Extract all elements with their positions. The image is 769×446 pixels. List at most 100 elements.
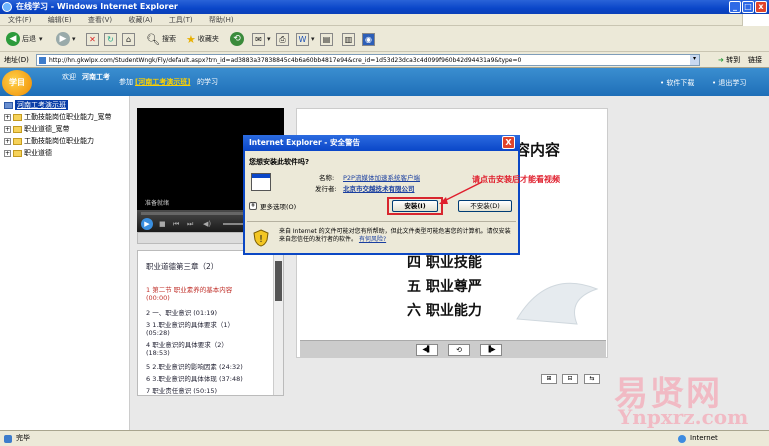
- slide-nav: ◀▌ ⟲ ▐▶: [300, 340, 606, 358]
- name-link[interactable]: P2P流媒体加速系统客户端: [343, 172, 420, 182]
- chapter-item-time[interactable]: (18:53): [146, 349, 170, 357]
- minimize-button[interactable]: _: [729, 1, 741, 13]
- maximize-button[interactable]: □: [742, 1, 754, 13]
- join-prefix: 参加: [119, 78, 133, 86]
- close-window-button[interactable]: x: [755, 1, 767, 13]
- stop-media-icon[interactable]: ■: [159, 220, 166, 228]
- warning-text: 来自 Internet 的文件可能对您有所帮助，但此文件类型可能危害您的计算机。…: [279, 228, 511, 243]
- chapter-item-active[interactable]: 1 第二节 职业素养的基本内容: [146, 284, 232, 294]
- chapter-item[interactable]: 5 2.职业意识的影响因素 (24:32): [146, 361, 243, 371]
- toolbar: ◀ 后退 ▾ ▶ ▾ ✕ ↻ ⌂ 🔍︎ 搜索 ★ 收藏夹 ⟲ ✉ ▾ ⎙ W ▾ ▤ ▥…: [0, 26, 769, 52]
- search-icon: 🔍︎: [146, 32, 160, 46]
- print-button[interactable]: ⎙: [276, 31, 291, 47]
- next-icon[interactable]: ⏭: [187, 220, 193, 229]
- previous-icon[interactable]: ⏮: [173, 220, 179, 229]
- ie-logo-icon: [2, 2, 12, 12]
- search-button[interactable]: 🔍︎ 搜索: [146, 31, 176, 47]
- slide-decoration: [516, 282, 599, 325]
- messenger-button[interactable]: ◉: [362, 31, 377, 47]
- chapter-item[interactable]: 2 一、职业意识 (01:19): [146, 307, 217, 317]
- forward-button[interactable]: ▶ ▾: [56, 31, 76, 47]
- history-button[interactable]: ⟲: [230, 31, 246, 47]
- install-button[interactable]: 安装(I): [392, 200, 438, 212]
- chapter-item[interactable]: 3 1.职业意识的具体要求（1）: [146, 319, 234, 329]
- address-dropdown-icon[interactable]: ▾: [690, 55, 699, 65]
- address-input[interactable]: http://hn.gkwlpx.com/StudentWngk/Fly/def…: [36, 54, 700, 66]
- window-title: 在线学习 - Windows Internet Explorer: [16, 2, 178, 11]
- expand-icon[interactable]: +: [4, 125, 11, 133]
- expand-icon[interactable]: +: [4, 149, 11, 157]
- chapter-item[interactable]: 4 职业意识的具体要求（2）: [146, 339, 228, 349]
- folder-icon: [13, 125, 22, 133]
- window-titlebar: 在线学习 - Windows Internet Explorer _ □ x: [0, 0, 769, 14]
- go-button[interactable]: ➜ 转到: [718, 52, 740, 68]
- play-icon[interactable]: ▶: [141, 218, 153, 230]
- chapter-item-time[interactable]: (00:00): [146, 294, 170, 302]
- home-button[interactable]: ⌂: [122, 31, 137, 47]
- slide-line-6: 六 职业能力: [407, 303, 482, 319]
- menu-help[interactable]: 帮助(H): [209, 16, 234, 24]
- go-arrow-icon: ➜: [718, 56, 724, 64]
- dialog-title: Internet Explorer - 安全警告: [249, 138, 360, 147]
- scroll-thumb[interactable]: [275, 261, 282, 301]
- slide-heading: 容内容: [515, 141, 561, 159]
- publisher-label: 发行者:: [315, 185, 337, 193]
- research-icon: ▥: [342, 32, 355, 46]
- folder-icon: [13, 113, 22, 121]
- refresh-icon: ↻: [104, 32, 117, 46]
- messenger-icon: ◉: [362, 32, 375, 46]
- stop-button[interactable]: ✕: [86, 31, 101, 47]
- dialog-close-icon[interactable]: X: [502, 136, 515, 149]
- tree-root[interactable]: 河南工考演示班: [4, 100, 68, 110]
- software-download-link[interactable]: • 软件下载: [660, 78, 694, 88]
- tree-item[interactable]: + 职业道德: [4, 148, 52, 158]
- folder-icon: [13, 137, 22, 145]
- course-link[interactable]: [河南工考演示班]: [135, 77, 190, 87]
- prev-slide-icon[interactable]: ◀▌: [416, 344, 438, 356]
- next-slide-icon[interactable]: ▐▶: [480, 344, 502, 356]
- chapter-scrollbar[interactable]: [273, 253, 283, 395]
- chapter-item[interactable]: 7 职业责任意识 (50:15): [146, 385, 217, 395]
- edit-button[interactable]: W ▾: [296, 31, 315, 47]
- slide-line-5: 五 职业尊严: [407, 279, 482, 295]
- menu-view[interactable]: 查看(V): [88, 16, 112, 24]
- dialog-titlebar: Internet Explorer - 安全警告 X: [243, 135, 520, 151]
- forward-arrow-icon: ▶: [56, 32, 70, 46]
- favorites-button[interactable]: ★ 收藏夹: [186, 31, 219, 47]
- chapter-list: 职业道德第三章（2） 1 第二节 职业素养的基本内容 (00:00) 2 一、职…: [137, 250, 284, 396]
- layout-icon-3[interactable]: ⇆: [584, 374, 600, 384]
- risk-link[interactable]: 有何风险?: [359, 236, 386, 243]
- links-button[interactable]: 链接: [748, 52, 762, 68]
- menu-favorites[interactable]: 收藏(A): [128, 16, 152, 24]
- sync-slide-icon[interactable]: ⟲: [448, 344, 470, 356]
- more-options-toggle[interactable]: ¥ 更多选项(O): [249, 201, 296, 211]
- layout-icon-1[interactable]: ⊞: [541, 374, 557, 384]
- layout-icon-2[interactable]: ⊟: [562, 374, 578, 384]
- volume-icon[interactable]: ◀): [203, 220, 211, 228]
- refresh-button[interactable]: ↻: [104, 31, 119, 47]
- favorites-star-icon: ★: [186, 32, 196, 46]
- tree-item[interactable]: + 职业道德_宽带: [4, 124, 70, 134]
- page-favicon: [39, 57, 46, 64]
- tree-item[interactable]: + 工勤技能岗位职业能力_宽带: [4, 112, 112, 122]
- menu-tools[interactable]: 工具(T): [169, 16, 193, 24]
- menu-file[interactable]: 文件(F): [8, 16, 32, 24]
- print-icon: ⎙: [276, 32, 289, 46]
- tree-root-icon: [4, 101, 13, 109]
- back-button[interactable]: ◀ 后退 ▾: [6, 31, 43, 47]
- tree-item[interactable]: + 工勤技能岗位职业能力: [4, 136, 94, 146]
- research-button[interactable]: ▥: [342, 31, 357, 47]
- stop-icon: ✕: [86, 32, 99, 46]
- menu-edit[interactable]: 编辑(E): [48, 16, 72, 24]
- expand-icon[interactable]: +: [4, 113, 11, 121]
- publisher-link[interactable]: 北京市交越技术有限公司: [343, 183, 415, 193]
- mail-button[interactable]: ✉ ▾: [252, 31, 271, 47]
- welcome-text: 欢迎: [62, 73, 76, 81]
- expand-icon[interactable]: +: [4, 137, 11, 145]
- chapter-item-time[interactable]: (05:28): [146, 329, 170, 337]
- chapter-item[interactable]: 6 3.职业意识的具体体现 (37:48): [146, 373, 243, 383]
- shield-warning-icon: !: [253, 229, 269, 247]
- logout-link[interactable]: • 退出学习: [712, 78, 746, 88]
- home-icon: ⌂: [122, 32, 135, 46]
- discuss-button[interactable]: ▤: [320, 31, 335, 47]
